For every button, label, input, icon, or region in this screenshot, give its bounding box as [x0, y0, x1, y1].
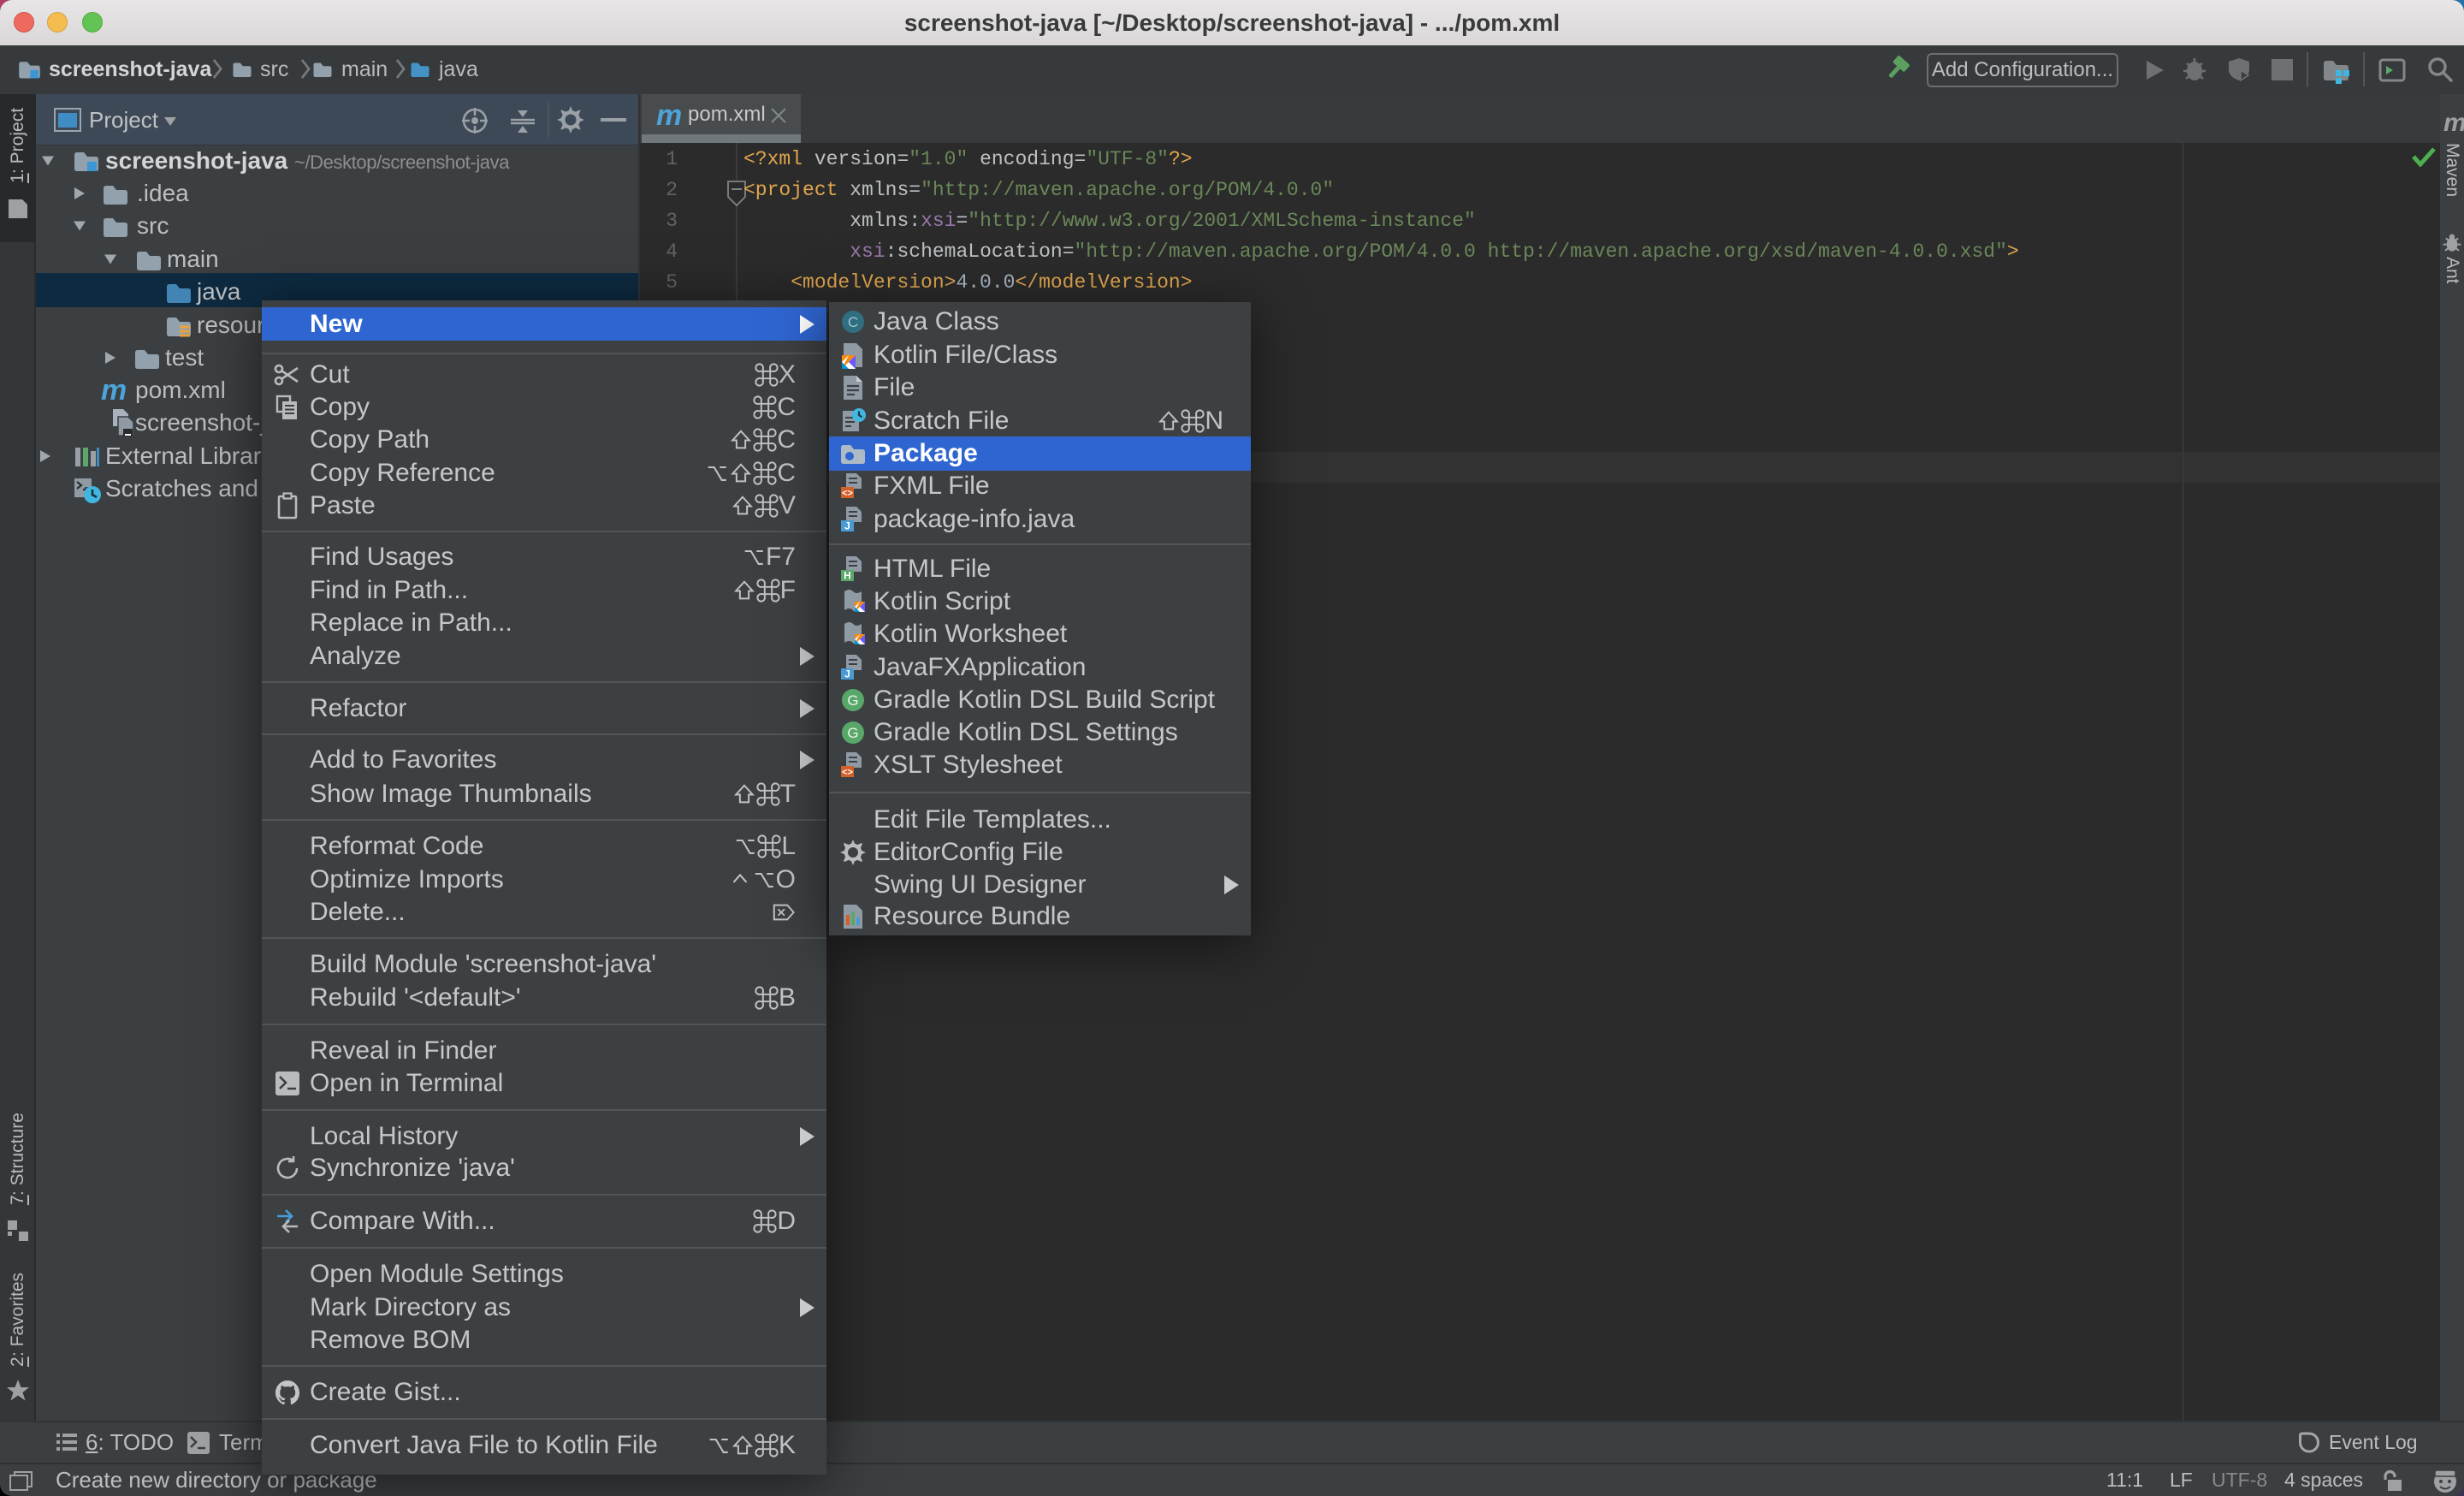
svg-text:J: J [844, 668, 850, 680]
svg-text:<>: <> [842, 767, 853, 777]
svg-text:G: G [847, 725, 858, 741]
svg-text:G: G [847, 692, 858, 709]
svg-text:C: C [848, 314, 858, 330]
svg-text:J: J [844, 519, 850, 531]
svg-text:H: H [844, 569, 851, 581]
svg-text:<>: <> [842, 489, 853, 499]
